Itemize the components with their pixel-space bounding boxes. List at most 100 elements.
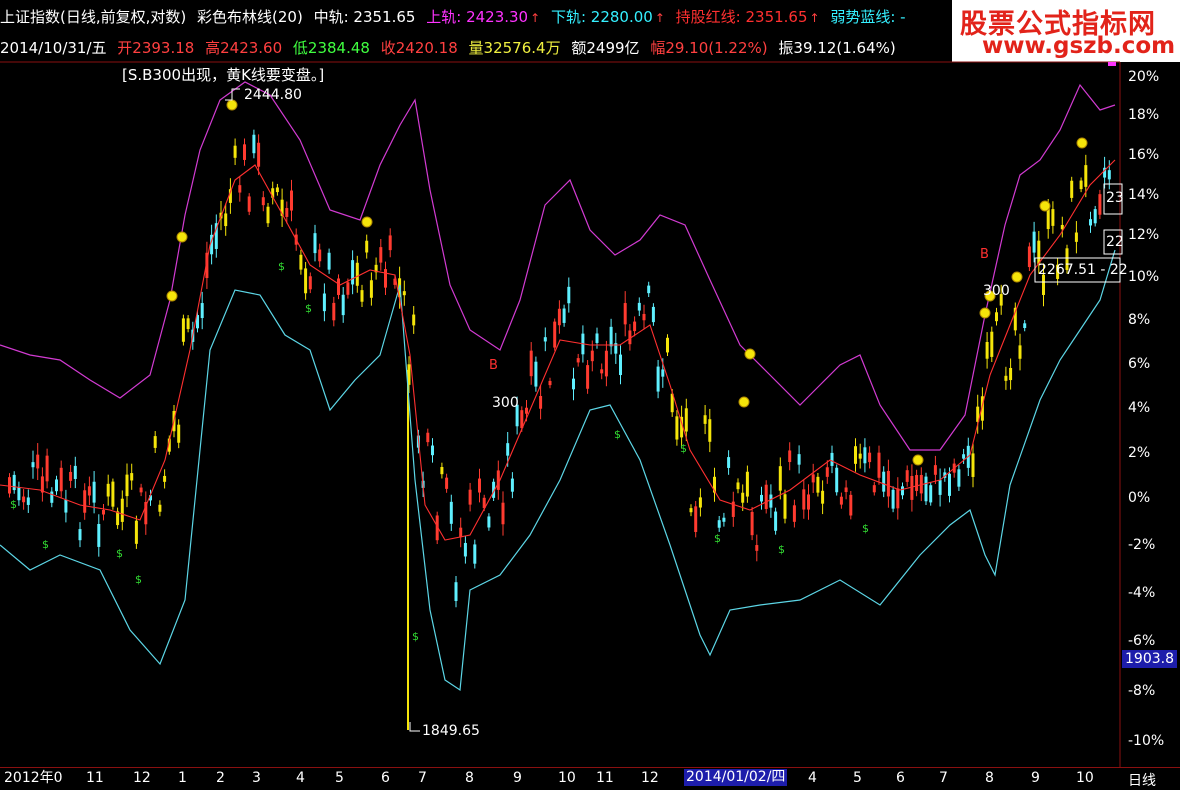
low-value-label: 1849.65 xyxy=(422,723,480,739)
time-tick-label: 4 xyxy=(808,770,817,786)
time-tick-label: 12 xyxy=(641,770,659,786)
candle-body xyxy=(948,473,951,496)
candle-body xyxy=(1093,209,1097,224)
candle-body xyxy=(261,197,265,206)
candlestick-chart[interactable]: $ $ $ $ $ $ $ $ $ $ $ $ xyxy=(0,0,1180,787)
candle-body xyxy=(87,486,91,496)
candle-body xyxy=(811,474,815,483)
candle-body xyxy=(788,450,792,463)
candle-body xyxy=(308,276,312,290)
candle-body xyxy=(106,483,110,497)
candle-body xyxy=(1032,231,1036,253)
candle-body xyxy=(233,145,237,158)
candle-body xyxy=(426,432,430,443)
time-tick-label: 2012年0 xyxy=(4,770,63,786)
percent-tick-label: 8% xyxy=(1128,312,1151,328)
candle-body xyxy=(750,511,754,536)
signal-markers: $ $ $ $ $ $ $ $ $ $ $ $ xyxy=(10,99,1088,643)
candle-body xyxy=(572,378,575,390)
candle-body xyxy=(675,416,679,440)
percent-tick-label: 12% xyxy=(1128,227,1160,243)
percent-tick-label: 14% xyxy=(1128,187,1160,203)
candle-body xyxy=(858,453,862,459)
lower-band-line xyxy=(0,249,1116,692)
sell-signal-icon: $ xyxy=(714,532,721,545)
candle-body xyxy=(322,293,326,312)
buy-coin-icon xyxy=(979,307,991,319)
sell-signal-icon: $ xyxy=(42,538,49,551)
candle-body xyxy=(661,369,665,377)
candle-body xyxy=(562,308,566,323)
low-callout-line xyxy=(409,722,420,732)
candle-body xyxy=(83,490,87,513)
candle-body xyxy=(971,453,975,477)
candle-body xyxy=(341,294,345,316)
candle-body xyxy=(506,443,510,456)
candle-body xyxy=(332,302,336,321)
candle-body xyxy=(1074,232,1078,242)
candle-body xyxy=(238,185,242,193)
candle-body xyxy=(463,542,467,557)
candle-body xyxy=(1107,170,1111,180)
candle-body xyxy=(910,475,914,500)
sell-signal-icon: $ xyxy=(305,302,312,315)
candle-body xyxy=(510,478,514,492)
sell-signal-icon: $ xyxy=(412,630,419,643)
candle-body xyxy=(285,208,289,217)
price-tag: 1903.8 xyxy=(1122,650,1177,668)
daily-tab[interactable]: 日线 xyxy=(1128,770,1156,790)
candle-body xyxy=(1009,367,1013,381)
candle-body xyxy=(586,365,590,389)
b-marker-b: B xyxy=(980,247,989,262)
candle-body xyxy=(872,485,876,493)
candle-body xyxy=(990,331,994,357)
candle-body xyxy=(252,134,256,154)
candle-body xyxy=(745,471,749,497)
candle-body xyxy=(445,477,449,489)
time-tick-label: 11 xyxy=(86,770,104,786)
candle-body xyxy=(134,520,138,544)
candle-body xyxy=(163,475,167,482)
candle-body xyxy=(929,485,933,503)
candle-body xyxy=(666,337,669,353)
candle-body xyxy=(727,457,731,468)
candle-body xyxy=(59,467,63,492)
candle-body xyxy=(369,280,373,298)
candle-body xyxy=(962,454,966,459)
percent-tick-label: 10% xyxy=(1128,269,1160,285)
candle-body xyxy=(346,282,350,295)
candle-body xyxy=(186,318,190,330)
candle-body xyxy=(102,509,105,515)
sell-signal-icon: $ xyxy=(135,573,142,586)
candle-body xyxy=(1070,180,1074,198)
buy-coin-icon xyxy=(176,231,188,243)
candle-body xyxy=(97,523,101,547)
candle-body xyxy=(736,482,740,490)
candle-body xyxy=(891,489,895,509)
candle-body xyxy=(365,240,369,253)
upper-corner-mark xyxy=(1108,62,1116,66)
candle-body xyxy=(694,506,698,532)
selected-date-label: 2014/01/02/四 xyxy=(684,769,788,786)
candle-body xyxy=(360,290,364,302)
percent-tick-label: 6% xyxy=(1128,356,1151,372)
candle-body xyxy=(224,213,228,227)
candle-body xyxy=(177,424,181,443)
candle-body xyxy=(623,303,627,325)
candle-body xyxy=(703,415,707,424)
candle-body xyxy=(478,478,481,493)
candle-body xyxy=(863,447,867,464)
candle-body xyxy=(318,249,322,262)
candle-body xyxy=(849,494,853,516)
high-value-label: 2444.80 xyxy=(244,87,302,103)
candle-body xyxy=(595,333,599,343)
candle-body xyxy=(877,452,881,478)
time-tick-label: 10 xyxy=(558,770,576,786)
candle-body xyxy=(525,407,528,414)
candle-body xyxy=(468,489,472,505)
candle-body xyxy=(247,196,251,212)
candle-body xyxy=(698,497,702,508)
candle-body xyxy=(543,337,547,342)
buy-coin-icon xyxy=(744,348,756,360)
time-tick-label: 7 xyxy=(939,770,948,786)
